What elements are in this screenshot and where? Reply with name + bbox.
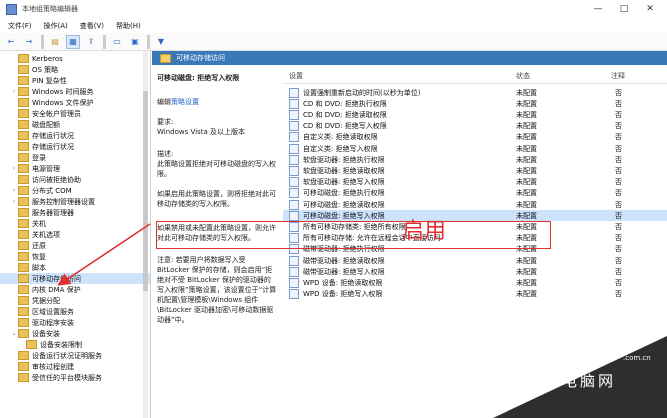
watermark-sub: 太平洋电脑网 (508, 372, 617, 390)
watermark-brand: PConline (498, 340, 610, 368)
site-watermark: PConline .com.cn 太平洋电脑网 (478, 336, 667, 418)
watermark-domain: .com.cn (623, 354, 651, 362)
group-policy-window: 本地组策略编辑器 — □ ✕ 文件(F) 操作(A) 查看(V) 帮助(H) ←… (0, 0, 667, 418)
